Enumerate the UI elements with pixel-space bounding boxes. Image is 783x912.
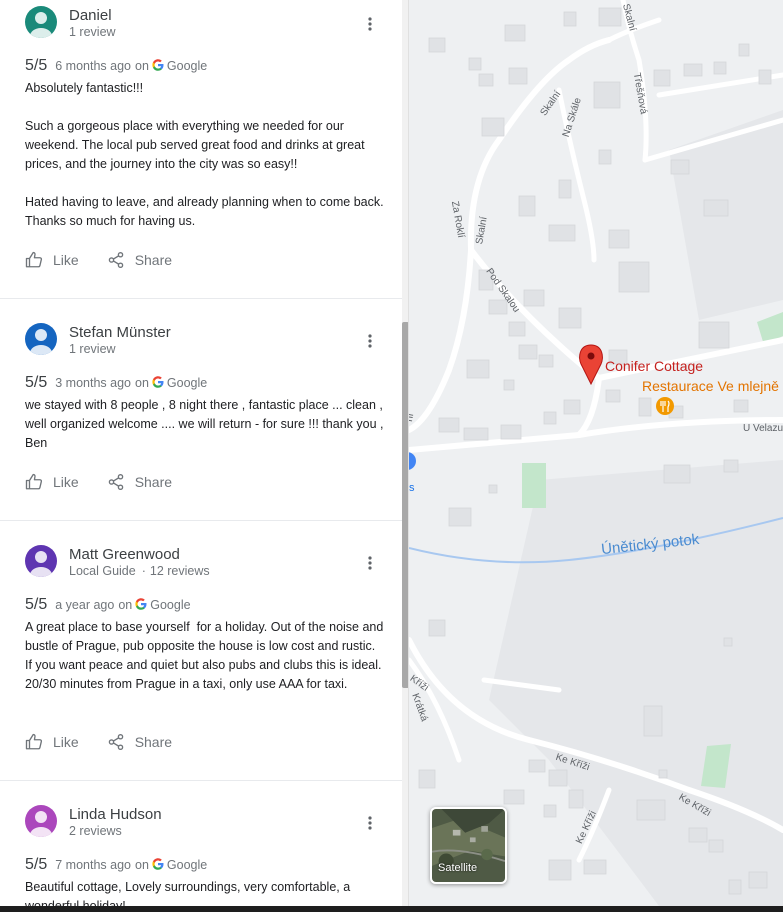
- share-button[interactable]: Share: [107, 251, 172, 269]
- share-label: Share: [134, 734, 173, 750]
- like-label: Like: [53, 252, 79, 268]
- review-actions: Like Share: [25, 733, 200, 751]
- share-icon: [108, 733, 123, 751]
- rating-value: 5/5: [25, 596, 48, 613]
- share-label: Share: [134, 252, 173, 268]
- like-label: Like: [53, 474, 79, 490]
- review-text: we stayed with 8 people , 8 night there …: [25, 398, 387, 450]
- share-icon: [108, 473, 123, 491]
- street-label: s: [409, 482, 415, 494]
- review-card: Linda Hudson 2 reviews 5/5 7 months ago …: [0, 781, 402, 906]
- on-label: on: [135, 858, 149, 872]
- place-label[interactable]: Conifer Cottage: [605, 358, 703, 374]
- avatar[interactable]: [25, 323, 57, 355]
- street-label: U Velazu: [743, 423, 783, 434]
- review-source: Google: [166, 858, 208, 872]
- avatar[interactable]: [25, 6, 57, 38]
- review-time: 3 months ago: [55, 376, 131, 390]
- review-time: 7 months ago: [55, 858, 131, 872]
- thumbs-up-icon: [25, 733, 43, 750]
- thumbs-up-icon: [25, 251, 43, 268]
- map-canvas[interactable]: Skalní Skalní Skalní Na Skále Třešňová Z…: [409, 0, 783, 906]
- review-actions: Like Share: [25, 251, 200, 269]
- rating-value: 5/5: [25, 856, 48, 873]
- map-drawing: [409, 0, 783, 906]
- review-time: a year ago: [55, 598, 115, 612]
- avatar[interactable]: [25, 545, 57, 577]
- thumbs-up-icon: [25, 473, 43, 490]
- rating-value: 5/5: [25, 57, 48, 74]
- google-icon: [135, 597, 147, 610]
- like-button[interactable]: Like: [25, 473, 79, 491]
- scrollbar-thumb[interactable]: [402, 322, 408, 688]
- review-card: Matt Greenwood Local Guide · 12 reviews 5/…: [0, 521, 402, 780]
- reviews-panel: Daniel 1 review 5/5 6 months ago on Goog…: [0, 0, 409, 906]
- local-guide-label[interactable]: Local Guide: [69, 564, 136, 578]
- reviewer-name[interactable]: Linda Hudson: [69, 806, 162, 823]
- like-button[interactable]: Like: [25, 251, 79, 269]
- more-options-icon[interactable]: [360, 331, 380, 351]
- satellite-toggle-button[interactable]: Satellite: [430, 807, 507, 884]
- rating-line: 5/5 7 months ago on Google: [25, 856, 207, 874]
- reviewer-name[interactable]: Stefan Münster: [69, 324, 171, 341]
- reviewer-meta: 2 reviews: [69, 824, 122, 838]
- bottom-bar: [0, 906, 783, 912]
- review-card: Daniel 1 review 5/5 6 months ago on Goog…: [0, 0, 402, 298]
- like-button[interactable]: Like: [25, 733, 79, 751]
- share-button[interactable]: Share: [107, 473, 172, 491]
- like-label: Like: [53, 734, 79, 750]
- more-options-icon[interactable]: [360, 14, 380, 34]
- avatar[interactable]: [25, 805, 57, 837]
- review-text: A great place to base yourself for a hol…: [25, 620, 387, 691]
- review-time: 6 months ago: [55, 59, 131, 73]
- on-label: on: [135, 59, 149, 73]
- reviewer-meta: Local Guide · 12 reviews: [69, 564, 210, 578]
- review-count: 12 reviews: [149, 564, 210, 578]
- reviewer-name[interactable]: Daniel: [69, 7, 112, 24]
- more-options-icon[interactable]: [360, 553, 380, 573]
- review-source: Google: [166, 376, 208, 390]
- review-text: Beautiful cottage, Lovely surroundings, …: [25, 880, 354, 906]
- more-options-icon[interactable]: [360, 813, 380, 833]
- share-label: Share: [134, 474, 173, 490]
- restaurant-label[interactable]: Restaurace Ve mlejně: [642, 378, 779, 394]
- google-icon: [152, 857, 164, 870]
- rating-line: 5/5 6 months ago on Google: [25, 57, 207, 75]
- review-source: Google: [150, 598, 191, 612]
- review-card: Stefan Münster 1 review 5/5 3 months ago…: [0, 299, 402, 520]
- on-label: on: [118, 598, 133, 612]
- reviewer-meta: 1 review: [69, 342, 116, 356]
- review-text: Absolutely fantastic!!! Such a gorgeous …: [25, 81, 384, 228]
- rating-line: 5/5 3 months ago on Google: [25, 374, 207, 392]
- reviewer-meta: 1 review: [69, 25, 116, 39]
- google-icon: [152, 375, 164, 388]
- share-icon: [108, 251, 123, 269]
- park-area: [522, 463, 546, 508]
- review-actions: Like Share: [25, 473, 200, 491]
- google-icon: [152, 58, 164, 71]
- rating-value: 5/5: [25, 374, 48, 391]
- on-label: on: [135, 376, 149, 390]
- share-button[interactable]: Share: [107, 733, 172, 751]
- satellite-label: Satellite: [438, 862, 478, 874]
- review-source: Google: [166, 59, 208, 73]
- rating-line: 5/5 a year ago on Google: [25, 596, 191, 614]
- reviewer-name[interactable]: Matt Greenwood: [69, 546, 180, 563]
